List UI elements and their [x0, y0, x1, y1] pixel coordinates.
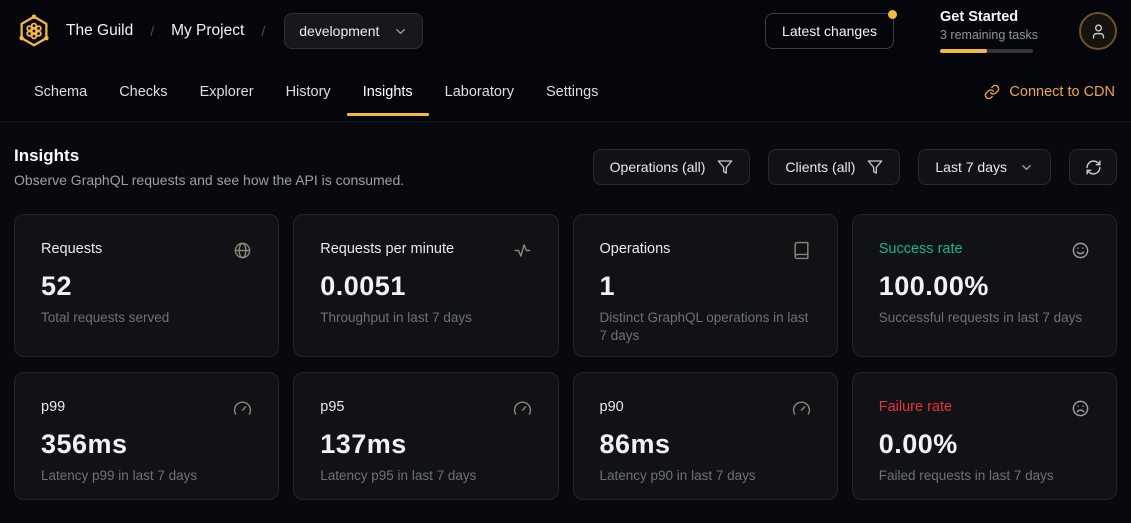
clients-filter-button[interactable]: Clients (all): [768, 149, 900, 185]
card-description: Total requests served: [41, 309, 252, 327]
filter-icon: [717, 159, 733, 175]
card-value: 100.00%: [879, 271, 1090, 302]
user-avatar[interactable]: [1079, 12, 1117, 50]
topbar: The Guild / My Project / development Lat…: [0, 0, 1131, 62]
card-title: Requests: [41, 241, 102, 257]
stat-card-failure-rate: Failure rate 0.00% Failed requests in la…: [852, 372, 1117, 500]
connect-to-cdn-label: Connect to CDN: [1009, 84, 1115, 100]
stat-card-operations: Operations 1 Distinct GraphQL operations…: [573, 214, 838, 357]
stat-card-success-rate: Success rate 100.00% Successful requests…: [852, 214, 1117, 357]
operations-filter-button[interactable]: Operations (all): [593, 149, 751, 185]
link-icon: [984, 84, 1000, 100]
refresh-icon: [1085, 159, 1102, 176]
gauge-icon: [792, 399, 811, 418]
stat-card-requests-per-minute: Requests per minute 0.0051 Throughput in…: [293, 214, 558, 357]
filter-icon: [867, 159, 883, 175]
card-value: 137ms: [320, 429, 531, 460]
notification-dot: [888, 10, 897, 19]
card-title: p90: [600, 399, 624, 415]
environment-selector[interactable]: development: [284, 13, 423, 49]
card-description: Failed requests in last 7 days: [879, 467, 1090, 485]
get-started-subtitle: 3 remaining tasks: [940, 28, 1033, 42]
card-title: p95: [320, 399, 344, 415]
card-value: 0.00%: [879, 429, 1090, 460]
get-started-widget[interactable]: Get Started 3 remaining tasks: [940, 9, 1033, 53]
latest-changes-label: Latest changes: [782, 23, 877, 39]
card-title: Failure rate: [879, 399, 952, 415]
filter-row: Operations (all) Clients (all) Last 7 da…: [593, 149, 1117, 185]
card-description: Distinct GraphQL operations in last 7 da…: [600, 309, 811, 345]
tab-explorer[interactable]: Explorer: [184, 62, 270, 121]
page-title: Insights: [14, 146, 404, 166]
gauge-icon: [233, 399, 252, 418]
card-description: Successful requests in last 7 days: [879, 309, 1090, 327]
card-value: 1: [600, 271, 811, 302]
card-value: 52: [41, 271, 252, 302]
card-description: Latency p99 in last 7 days: [41, 467, 252, 485]
card-title: Success rate: [879, 241, 963, 257]
stat-card-requests: Requests 52 Total requests served: [14, 214, 279, 357]
latest-changes-button[interactable]: Latest changes: [765, 13, 894, 49]
tab-insights[interactable]: Insights: [347, 62, 429, 121]
connect-to-cdn-link[interactable]: Connect to CDN: [984, 84, 1115, 100]
nav-tabbar: Schema Checks Explorer History Insights …: [0, 62, 1131, 122]
card-title: p99: [41, 399, 65, 415]
card-value: 0.0051: [320, 271, 531, 302]
card-value: 356ms: [41, 429, 252, 460]
stat-card-p95: p95 137ms Latency p95 in last 7 days: [293, 372, 558, 500]
tab-history[interactable]: History: [270, 62, 347, 121]
chevron-down-icon: [393, 24, 408, 39]
stat-card-p90: p90 86ms Latency p90 in last 7 days: [573, 372, 838, 500]
tab-settings[interactable]: Settings: [530, 62, 614, 121]
page-header: Insights Observe GraphQL requests and se…: [14, 146, 1117, 188]
tab-schema[interactable]: Schema: [18, 62, 103, 121]
card-title: Requests per minute: [320, 241, 454, 257]
stats-grid: Requests 52 Total requests served Reques…: [14, 214, 1117, 500]
card-description: Latency p90 in last 7 days: [600, 467, 811, 485]
breadcrumb-org[interactable]: The Guild: [66, 22, 133, 40]
page-subtitle: Observe GraphQL requests and see how the…: [14, 172, 404, 188]
breadcrumb: The Guild / My Project /: [66, 22, 265, 40]
breadcrumb-project[interactable]: My Project: [171, 22, 244, 40]
environment-selector-value: development: [299, 23, 379, 39]
breadcrumb-separator: /: [261, 23, 265, 39]
card-value: 86ms: [600, 429, 811, 460]
book-icon: [792, 241, 811, 260]
smile-icon: [1071, 241, 1090, 260]
frown-icon: [1071, 399, 1090, 418]
user-icon: [1090, 23, 1107, 40]
card-description: Latency p95 in last 7 days: [320, 467, 531, 485]
card-description: Throughput in last 7 days: [320, 309, 531, 327]
breadcrumb-separator: /: [150, 23, 154, 39]
gauge-icon: [513, 399, 532, 418]
globe-icon: [233, 241, 252, 260]
get-started-progress-fill: [940, 49, 987, 53]
tab-laboratory[interactable]: Laboratory: [429, 62, 530, 121]
get-started-progress: [940, 49, 1033, 53]
hive-logo-icon[interactable]: [16, 13, 52, 49]
tab-checks[interactable]: Checks: [103, 62, 183, 121]
app-header: The Guild / My Project / development Lat…: [0, 0, 1131, 122]
main-content: Insights Observe GraphQL requests and se…: [0, 146, 1131, 500]
activity-icon: [513, 241, 532, 260]
chevron-down-icon: [1019, 160, 1034, 175]
refresh-button[interactable]: [1069, 149, 1117, 185]
get-started-title: Get Started: [940, 9, 1033, 25]
card-title: Operations: [600, 241, 671, 257]
stat-card-p99: p99 356ms Latency p99 in last 7 days: [14, 372, 279, 500]
header-right: Latest changes Get Started 3 remaining t…: [765, 9, 1117, 53]
date-range-selector[interactable]: Last 7 days: [918, 149, 1051, 185]
